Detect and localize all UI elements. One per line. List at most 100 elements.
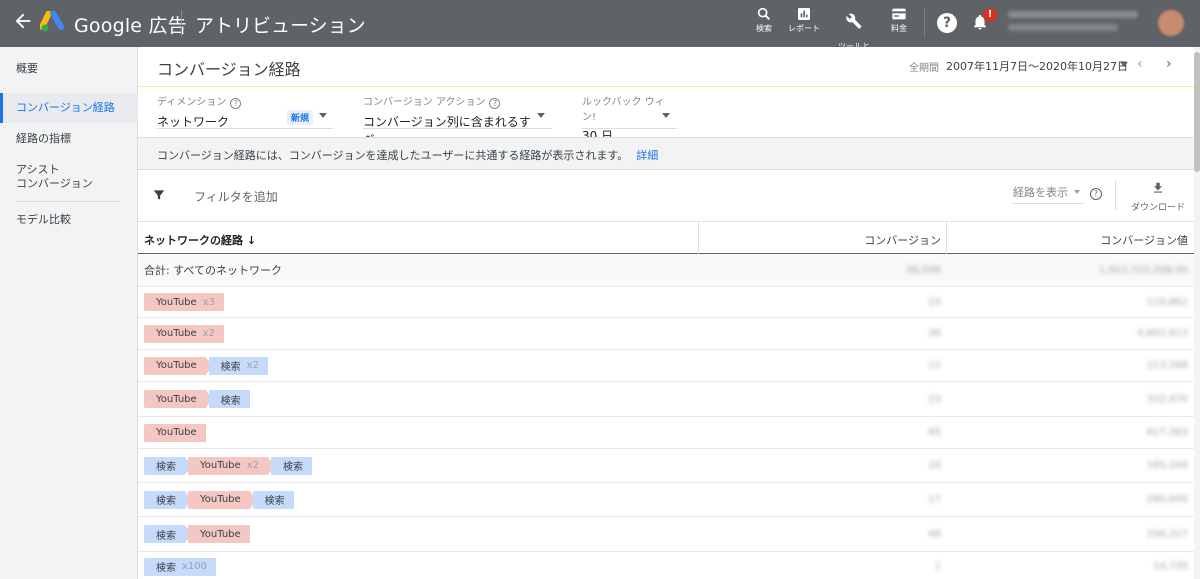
reports-button[interactable]: レポート xyxy=(786,6,822,34)
billing-button[interactable]: 料金 xyxy=(887,6,911,34)
conversion-value-cell: 256,317 xyxy=(1146,528,1188,540)
chip-label: 検索 xyxy=(220,395,241,407)
chip-multiplier: x2 xyxy=(246,360,259,371)
brand-name: Google 広告 xyxy=(74,15,187,37)
toolbar-divider xyxy=(1115,180,1116,210)
table-row: YouTube 85 617,383 xyxy=(138,417,1194,449)
chevron-left-icon[interactable]: ‹ xyxy=(1137,56,1143,72)
title-divider xyxy=(181,10,182,36)
learn-more-link[interactable]: 詳細 xyxy=(636,149,658,162)
chip-label: YouTube xyxy=(200,494,241,505)
conversions-cell: 10 xyxy=(928,460,941,471)
download-label: ダウンロード xyxy=(1130,203,1185,213)
chip-label: YouTube xyxy=(156,328,197,339)
chip-label: 検索 xyxy=(220,362,241,373)
path-display-label: 経路を表示 xyxy=(1013,186,1068,199)
path-chip-youtube: YouTube xyxy=(144,390,212,408)
tools-settings-button[interactable]: ツールと 設定 xyxy=(836,2,872,62)
table-row: YouTube 検索 23 332,470 xyxy=(138,382,1194,417)
column-header-conversions[interactable]: コンバージョン xyxy=(698,232,941,248)
search-button-label: 検索 xyxy=(756,24,772,33)
select-underline xyxy=(582,128,677,129)
back-arrow-icon[interactable] xyxy=(12,10,34,32)
chip-label: YouTube xyxy=(156,296,197,308)
table-row: YouTube x3 15 119,862 xyxy=(138,287,1194,318)
column-divider xyxy=(946,222,947,255)
conversion-value-cell: 213,268 xyxy=(1146,360,1188,371)
path-chip-search: 検索 xyxy=(144,456,191,475)
scrollbar[interactable] xyxy=(1194,47,1200,579)
wrench-icon xyxy=(846,13,862,29)
conversions-cell: 85 xyxy=(928,427,941,438)
path-cell: YouTube x2 xyxy=(144,318,227,349)
search-button[interactable]: 検索 xyxy=(753,6,775,34)
table-row: 検索 YouTube 48 256,317 xyxy=(138,517,1194,552)
top-app-bar: Google 広告 アトリビューション 検索 レポート ツールと 設定 料金 ?… xyxy=(0,0,1200,61)
help-circle-icon[interactable]: ? xyxy=(489,98,501,109)
notification-badge: ! xyxy=(983,8,997,22)
download-button[interactable]: ダウンロード xyxy=(1130,180,1186,213)
download-icon xyxy=(1153,182,1163,193)
conversion-action-label: コンバージョン アクション xyxy=(363,97,486,108)
sidebar-item-path-metrics[interactable]: 経路の指標 xyxy=(0,132,138,146)
sidebar-item-model-comparison[interactable]: モデル比較 xyxy=(0,213,138,227)
avatar[interactable] xyxy=(1158,10,1184,36)
help-circle-icon[interactable]: ? xyxy=(230,98,242,109)
chevron-down-icon xyxy=(319,113,327,118)
dimension-label: ディメンション xyxy=(157,97,227,108)
info-text: コンバージョン経路には、コンバージョンを達成したユーザーに共通する経路が表示され… xyxy=(157,149,629,162)
dimension-select[interactable]: ディメンション? ネットワーク 新規 xyxy=(157,93,333,130)
path-cell: 検索 YouTube xyxy=(144,517,253,551)
chip-label: YouTube xyxy=(156,360,197,371)
help-icon[interactable]: ? xyxy=(937,13,957,33)
column-header-path[interactable]: ネットワークの経路 ↓ xyxy=(144,232,256,248)
chip-label: YouTube xyxy=(200,528,241,540)
header-divider xyxy=(138,86,1194,87)
total-conversion-value: 1,912,722,208.00 xyxy=(1098,264,1188,276)
toolbar-divider xyxy=(924,8,925,38)
table-row: YouTube x2 36 4,602,913 xyxy=(138,318,1194,350)
help-circle-icon[interactable]: ? xyxy=(1090,188,1102,200)
scrollbar-thumb[interactable] xyxy=(1194,52,1200,172)
chip-multiplier: x2 xyxy=(202,328,215,339)
google-ads-logo xyxy=(40,11,64,32)
chip-label: 検索 xyxy=(156,563,176,574)
total-label: 合計: すべてのネットワーク xyxy=(144,264,282,277)
chip-label: 検索 xyxy=(156,462,176,473)
add-filter-button[interactable]: フィルタを追加 xyxy=(194,188,278,205)
select-underline xyxy=(363,128,552,129)
report-icon xyxy=(798,8,810,20)
path-chip-youtube: YouTube x3 xyxy=(144,293,224,311)
sidebar-item-assisted-conversions[interactable]: アシスト コンバージョン xyxy=(0,163,138,191)
path-cell: 検索 x100 xyxy=(144,552,219,579)
chip-label: 検索 xyxy=(156,530,176,542)
sidebar-item-overview[interactable]: 概要 xyxy=(0,62,138,76)
path-chip-youtube: YouTube xyxy=(144,423,206,442)
path-cell: 検索 YouTube x2 検索 xyxy=(144,449,315,482)
path-cell: YouTube 検索 xyxy=(144,382,253,416)
date-range-selector[interactable]: 2007年11月7日～2020年10月27日 xyxy=(946,58,1128,74)
sidebar-item-conversion-paths[interactable]: コンバージョン経路 xyxy=(0,93,138,123)
account-info[interactable] xyxy=(1008,11,1148,31)
chip-multiplier: x100 xyxy=(182,561,208,572)
chevron-down-icon xyxy=(537,113,545,118)
path-chip-search: 検索 x100 xyxy=(144,557,217,576)
column-header-conversion-value[interactable]: コンバージョン値 xyxy=(948,232,1188,248)
conversion-value-cell: 14,735 xyxy=(1153,561,1188,572)
filter-icon[interactable] xyxy=(152,188,166,202)
path-chip-search: 検索 xyxy=(208,390,250,408)
info-banner: コンバージョン経路には、コンバージョンを達成したユーザーに共通する経路が表示され… xyxy=(138,137,1194,170)
chevron-right-icon[interactable]: › xyxy=(1166,56,1172,72)
path-chip-search: 検索 x2 xyxy=(208,356,268,375)
conversion-value-cell: 617,383 xyxy=(1146,427,1188,438)
total-conversions: 38,598 xyxy=(906,264,941,276)
conversion-value-cell: 4,602,913 xyxy=(1137,328,1188,339)
lookback-label: ルックバック ウィン! xyxy=(582,97,665,123)
table-body: YouTube x3 15 119,862 YouTube x2 36 4,602,913 Yo… xyxy=(138,287,1194,579)
path-cell: YouTube 検索 x2 xyxy=(144,350,271,381)
path-display-select[interactable]: 経路を表示 xyxy=(1013,184,1080,200)
reports-button-label: レポート xyxy=(788,24,820,33)
conversion-value-cell: 119,862 xyxy=(1146,296,1188,308)
chip-label: YouTube xyxy=(156,427,197,438)
date-dropdown-caret-icon[interactable] xyxy=(1120,62,1128,67)
